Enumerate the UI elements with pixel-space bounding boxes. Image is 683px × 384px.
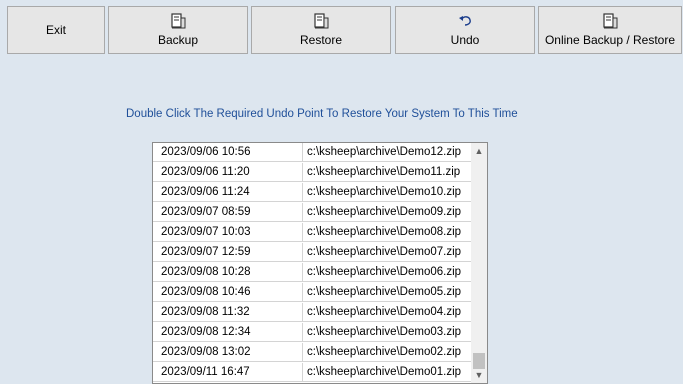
server-icon bbox=[171, 13, 186, 29]
undo-point-date: 2023/09/08 11:32 bbox=[153, 303, 303, 322]
online-backup-restore-button[interactable]: Online Backup / Restore bbox=[538, 6, 682, 54]
list-scrollbar[interactable]: ▲ ▼ bbox=[471, 143, 487, 383]
list-item[interactable]: 2023/09/08 10:46 c:\ksheep\archive\Demo05… bbox=[153, 283, 473, 303]
undo-point-date: 2023/09/08 10:46 bbox=[153, 283, 303, 302]
undo-point-path: c:\ksheep\archive\Demo06.zip bbox=[303, 263, 473, 282]
undo-point-path: c:\ksheep\archive\Demo04.zip bbox=[303, 303, 473, 322]
undo-label: Undo bbox=[450, 33, 480, 47]
undo-point-path: c:\ksheep\archive\Demo07.zip bbox=[303, 243, 473, 262]
scroll-up-icon[interactable]: ▲ bbox=[471, 143, 487, 159]
list-item[interactable]: 2023/09/07 10:03 c:\ksheep\archive\Demo08… bbox=[153, 223, 473, 243]
undo-points-list[interactable]: 2023/09/06 10:56 c:\ksheep\archive\Demo12… bbox=[152, 142, 488, 384]
list-item[interactable]: 2023/09/06 11:24 c:\ksheep\archive\Demo10… bbox=[153, 183, 473, 203]
list-item[interactable]: 2023/09/07 08:59 c:\ksheep\archive\Demo09… bbox=[153, 203, 473, 223]
undo-point-path: c:\ksheep\archive\Demo09.zip bbox=[303, 203, 473, 222]
server-icon bbox=[603, 13, 618, 29]
scroll-down-icon[interactable]: ▼ bbox=[471, 367, 487, 383]
undo-point-date: 2023/09/07 08:59 bbox=[153, 203, 303, 222]
backup-label: Backup bbox=[157, 33, 199, 47]
undo-point-date: 2023/09/06 10:56 bbox=[153, 143, 303, 162]
undo-point-path: c:\ksheep\archive\Demo01.zip bbox=[303, 363, 473, 382]
undo-button[interactable]: Undo bbox=[395, 6, 535, 54]
undo-point-path: c:\ksheep\archive\Demo03.zip bbox=[303, 323, 473, 342]
online-backup-restore-label: Online Backup / Restore bbox=[544, 33, 676, 47]
undo-point-date: 2023/09/08 13:02 bbox=[153, 343, 303, 362]
undo-point-date: 2023/09/11 16:47 bbox=[153, 363, 303, 382]
toolbar: Exit Backup Restore Undo Online Backup /… bbox=[0, 0, 683, 62]
list-item[interactable]: 2023/09/06 11:20 c:\ksheep\archive\Demo11… bbox=[153, 163, 473, 183]
list-item[interactable]: 2023/09/11 16:47 c:\ksheep\archive\Demo01… bbox=[153, 363, 473, 383]
undo-point-path: c:\ksheep\archive\Demo10.zip bbox=[303, 183, 473, 202]
list-item[interactable]: 2023/09/07 12:59 c:\ksheep\archive\Demo07… bbox=[153, 243, 473, 263]
list-item[interactable]: 2023/09/08 10:28 c:\ksheep\archive\Demo06… bbox=[153, 263, 473, 283]
undo-point-path: c:\ksheep\archive\Demo08.zip bbox=[303, 223, 473, 242]
exit-label: Exit bbox=[45, 23, 66, 37]
restore-label: Restore bbox=[299, 33, 343, 47]
undo-point-path: c:\ksheep\archive\Demo11.zip bbox=[303, 163, 473, 182]
server-icon bbox=[314, 13, 329, 29]
exit-button[interactable]: Exit bbox=[7, 6, 105, 54]
list-item[interactable]: 2023/09/08 11:32 c:\ksheep\archive\Demo04… bbox=[153, 303, 473, 323]
instruction-text: Double Click The Required Undo Point To … bbox=[126, 108, 518, 120]
list-item[interactable]: 2023/09/08 12:34 c:\ksheep\archive\Demo03… bbox=[153, 323, 473, 343]
undo-point-date: 2023/09/08 10:28 bbox=[153, 263, 303, 282]
undo-point-date: 2023/09/08 12:34 bbox=[153, 323, 303, 342]
undo-point-path: c:\ksheep\archive\Demo12.zip bbox=[303, 143, 473, 162]
backup-button[interactable]: Backup bbox=[108, 6, 248, 54]
undo-point-date: 2023/09/06 11:20 bbox=[153, 163, 303, 182]
undo-arrow-icon bbox=[459, 16, 471, 26]
restore-button[interactable]: Restore bbox=[251, 6, 391, 54]
list-item[interactable]: 2023/09/06 10:56 c:\ksheep\archive\Demo12… bbox=[153, 143, 473, 163]
undo-point-date: 2023/09/07 12:59 bbox=[153, 243, 303, 262]
undo-point-date: 2023/09/06 11:24 bbox=[153, 183, 303, 202]
list-item[interactable]: 2023/09/08 13:02 c:\ksheep\archive\Demo02… bbox=[153, 343, 473, 363]
undo-point-path: c:\ksheep\archive\Demo05.zip bbox=[303, 283, 473, 302]
undo-point-date: 2023/09/07 10:03 bbox=[153, 223, 303, 242]
undo-point-path: c:\ksheep\archive\Demo02.zip bbox=[303, 343, 473, 362]
